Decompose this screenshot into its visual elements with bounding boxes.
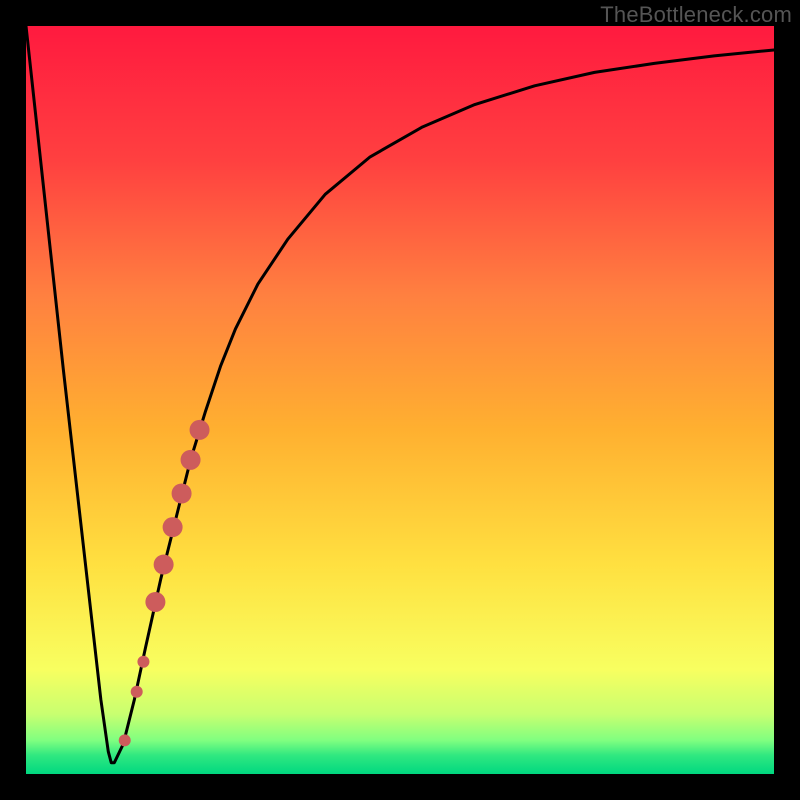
chart-container: TheBottleneck.com bbox=[0, 0, 800, 800]
highlight-point bbox=[137, 656, 149, 668]
watermark-label: TheBottleneck.com bbox=[600, 2, 792, 28]
bottleneck-chart bbox=[0, 0, 800, 800]
highlight-point bbox=[131, 686, 143, 698]
highlight-point bbox=[181, 450, 201, 470]
highlight-point bbox=[145, 592, 165, 612]
highlight-point bbox=[119, 734, 131, 746]
highlight-point bbox=[190, 420, 210, 440]
highlight-point bbox=[154, 555, 174, 575]
highlight-point bbox=[163, 517, 183, 537]
highlight-point bbox=[172, 484, 192, 504]
